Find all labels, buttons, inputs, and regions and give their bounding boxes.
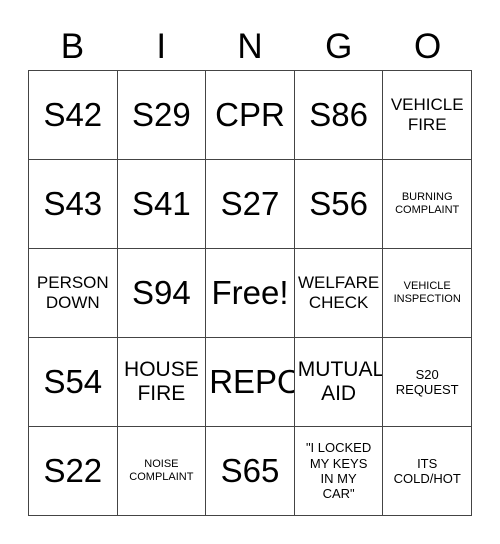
bingo-header-letter: I <box>156 26 167 66</box>
bingo-cell[interactable]: NOISE COMPLAINT <box>117 427 207 516</box>
bingo-cell[interactable]: CPR <box>206 71 295 160</box>
bingo-cell-label: S54 <box>43 362 103 400</box>
bingo-cell-label: MUTUAL AID <box>297 358 384 405</box>
bingo-cell-label: S42 <box>43 95 103 133</box>
bingo-cell[interactable]: S56 <box>294 160 384 249</box>
bingo-cell-label: VEHICLE FIRE <box>390 95 464 134</box>
bingo-cell[interactable]: HOUSE FIRE <box>117 338 207 427</box>
bingo-cell-label: REPO <box>209 362 295 400</box>
bingo-cell-label: HOUSE FIRE <box>124 358 199 405</box>
bingo-cell[interactable]: PERSON DOWN <box>29 249 118 338</box>
bingo-header-letter: B <box>60 26 85 66</box>
bingo-cell[interactable]: S65 <box>206 427 295 516</box>
bingo-cell[interactable]: WELFARE CHECK <box>294 249 384 338</box>
bingo-cell[interactable]: S22 <box>29 427 118 516</box>
bingo-cell[interactable]: VEHICLE FIRE <box>383 71 472 160</box>
bingo-cell[interactable]: S54 <box>29 338 118 427</box>
bingo-grid: S42 S29 CPR S86 VEHICLE FIRE S43 S41 S27 S56 BURN… <box>28 70 472 516</box>
bingo-cell[interactable]: BURNING COMPLAINT <box>383 160 472 249</box>
bingo-header-letter: O <box>413 26 442 66</box>
bingo-cell-label: S29 <box>132 95 191 133</box>
bingo-cell-label: S94 <box>132 273 191 311</box>
bingo-header-letter: N <box>237 26 263 66</box>
bingo-cell-label: PERSON DOWN <box>36 273 109 312</box>
bingo-cell-label: S86 <box>309 95 368 133</box>
bingo-cell-label: ITS COLD/HOT <box>393 455 461 486</box>
bingo-cell[interactable]: "I LOCKED MY KEYS IN MY CAR" <box>294 427 384 516</box>
bingo-cell-label: NOISE COMPLAINT <box>129 457 194 483</box>
bingo-cell-label: S27 <box>220 184 280 222</box>
bingo-cell[interactable]: S20 REQUEST <box>383 338 472 427</box>
bingo-cell-label: S41 <box>132 184 191 222</box>
bingo-cell[interactable]: S27 <box>206 160 295 249</box>
bingo-cell[interactable]: S43 <box>29 160 118 249</box>
bingo-cell[interactable]: S94 <box>117 249 207 338</box>
bingo-cell-label: S56 <box>309 184 368 222</box>
bingo-cell[interactable]: S41 <box>117 160 207 249</box>
bingo-cell[interactable]: Free! <box>206 249 295 338</box>
bingo-header-row: BINGO <box>28 22 472 70</box>
bingo-cell-label: Free! <box>211 273 289 311</box>
bingo-cell-label: BURNING COMPLAINT <box>395 190 460 216</box>
bingo-card: BINGO S42 S29 CPR S86 VEHICLE FIRE S43 S41 S27 S… <box>0 0 500 544</box>
bingo-cell-label: "I LOCKED MY KEYS IN MY CAR" <box>305 440 372 502</box>
bingo-cell-label: S65 <box>220 451 280 489</box>
bingo-header-letter: G <box>325 26 353 66</box>
bingo-cell[interactable]: VEHICLE INSPECTION <box>383 249 472 338</box>
bingo-cell[interactable]: S86 <box>294 71 384 160</box>
bingo-cell[interactable]: S29 <box>117 71 207 160</box>
bingo-cell[interactable]: MUTUAL AID <box>294 338 384 427</box>
bingo-cell-label: S22 <box>43 451 103 489</box>
bingo-cell-label: VEHICLE INSPECTION <box>393 279 461 305</box>
bingo-cell-label: WELFARE CHECK <box>297 273 380 312</box>
bingo-cell-label: S43 <box>43 184 103 222</box>
bingo-cell-label: S20 REQUEST <box>395 366 459 397</box>
bingo-cell[interactable]: ITS COLD/HOT <box>383 427 472 516</box>
bingo-cell[interactable]: REPO <box>206 338 295 427</box>
bingo-cell[interactable]: S42 <box>29 71 118 160</box>
bingo-cell-label: CPR <box>215 95 285 133</box>
